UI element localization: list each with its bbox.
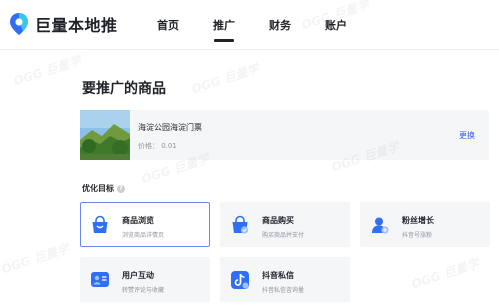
watermark: OGG 巨量学 — [189, 60, 261, 98]
goal-card-douyin-message[interactable]: 抖音私信 抖音私信咨询量 — [220, 257, 350, 302]
question-circle-icon[interactable]: ? — [117, 184, 125, 193]
product-card: 海淀公园海淀门票 价格： 0.01 更换 — [80, 110, 489, 160]
goal-title: 粉丝增长 — [402, 216, 434, 225]
douyin-icon — [230, 270, 250, 290]
brand-logo[interactable]: 巨量本地推 — [9, 12, 118, 36]
goal-card-product-browse[interactable]: 商品浏览 浏览商品详情页 — [80, 202, 210, 247]
nav-promote[interactable]: 推广 — [213, 17, 235, 42]
shopping-bag-icon — [90, 215, 110, 235]
optimization-goal-label: 优化目标 ? — [82, 183, 125, 194]
nav-account[interactable]: 账户 — [325, 17, 347, 33]
product-price: 价格： 0.01 — [138, 142, 177, 150]
optimization-goal-text: 优化目标 — [82, 184, 114, 193]
goal-title: 用户互动 — [122, 271, 154, 280]
goal-subtitle: 浏览商品详情页 — [122, 232, 165, 239]
product-name: 海淀公园海淀门票 — [138, 123, 202, 132]
goal-title: 商品浏览 — [122, 216, 154, 225]
goal-subtitle: 转赞评论与收藏 — [122, 287, 165, 294]
goal-title: 抖音私信 — [262, 271, 294, 280]
watermark: OGG 巨量学 — [0, 240, 71, 278]
goal-card-user-interaction[interactable]: 用户互动 转赞评论与收藏 — [80, 257, 210, 302]
goal-subtitle: 抖音私信咨询量 — [262, 287, 305, 294]
brand-name: 巨量本地推 — [35, 16, 118, 35]
goal-card-product-purchase[interactable]: 商品购买 购买商品并支付 — [220, 202, 350, 247]
shopping-bag-check-icon — [230, 215, 250, 235]
location-pin-logo-icon — [9, 12, 29, 36]
top-header: 巨量本地推 首页 推广 财务 账户 — [0, 0, 499, 50]
goal-card-fan-growth[interactable]: 粉丝增长 抖音号涨粉 — [360, 202, 490, 247]
nav-home[interactable]: 首页 — [157, 17, 179, 33]
product-thumbnail — [80, 110, 130, 160]
nav-finance[interactable]: 财务 — [269, 17, 291, 33]
user-plus-icon — [370, 215, 390, 235]
watermark: OGG 巨量学 — [409, 255, 481, 293]
goal-subtitle: 抖音号涨粉 — [402, 232, 433, 239]
change-product-link[interactable]: 更换 — [459, 130, 475, 141]
page-title: 要推广的商品 — [82, 81, 166, 97]
goal-title: 商品购买 — [262, 216, 294, 225]
goal-subtitle: 购买商品并支付 — [262, 232, 305, 239]
watermark: OGG 巨量学 — [11, 52, 83, 90]
chat-bubbles-icon — [90, 270, 110, 290]
